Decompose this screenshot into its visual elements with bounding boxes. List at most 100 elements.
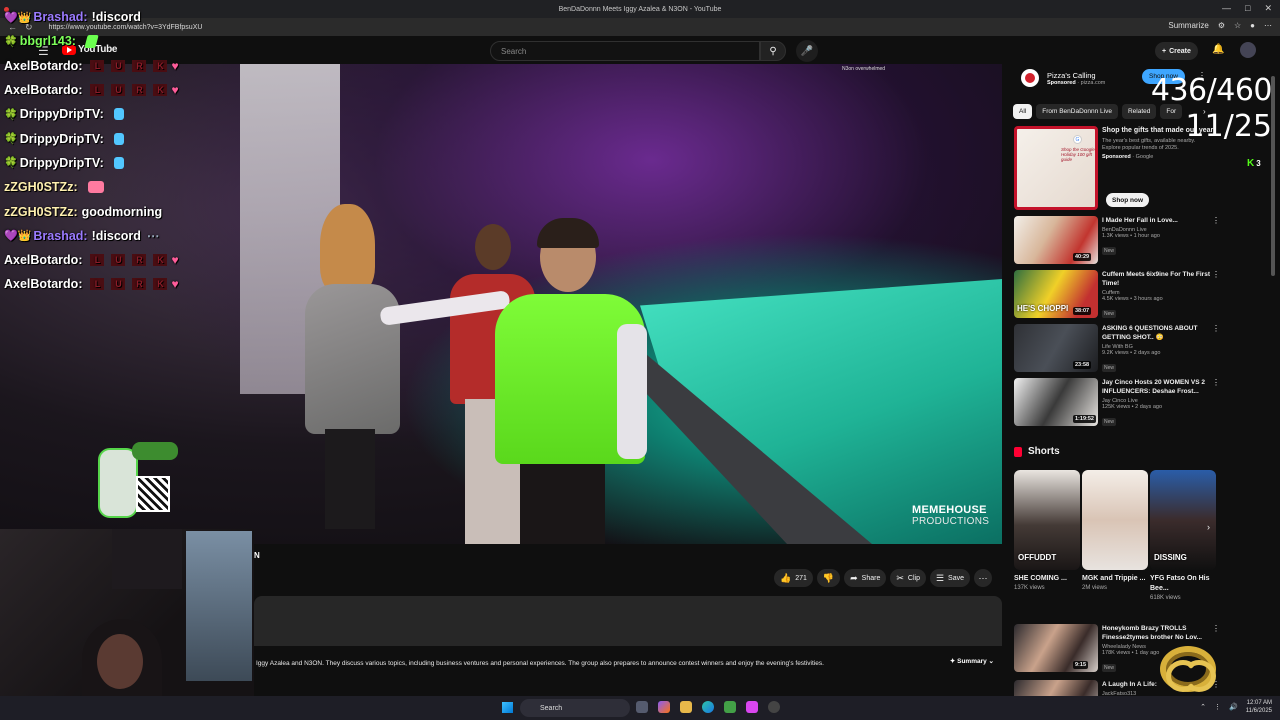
lurk-emote: LURK	[90, 254, 168, 267]
chat-username: DrippyDripTV:	[19, 107, 104, 122]
lurk-letter: K	[153, 254, 168, 267]
clock[interactable]: 12:07 AM 11/6/2025	[1246, 699, 1272, 715]
short-item[interactable]: DISSING YFG Fatso On His Bee... 618K views	[1150, 470, 1216, 601]
save-button[interactable]: ☰ Save	[929, 569, 971, 587]
notifications-bell-icon[interactable]: 🔔	[1212, 44, 1224, 55]
page-scrollbar[interactable]	[1270, 64, 1276, 694]
sticker-emote-icon	[87, 181, 104, 194]
ad-sponsored: Sponsored · pizza.com	[1047, 79, 1106, 86]
memehouse-watermark: MEMEHOUSE PRODUCTIONS	[912, 505, 989, 528]
tray-chevron-icon[interactable]: ⌃	[1200, 703, 1206, 711]
description-box[interactable]	[254, 596, 1002, 646]
short-thumbnail	[1082, 470, 1148, 570]
short-title: SHE COMING ...	[1014, 575, 1067, 582]
search-input[interactable]: Search	[490, 41, 760, 61]
create-button[interactable]: + Create	[1155, 42, 1198, 60]
save-label: Save	[948, 574, 965, 582]
lurk-emote: LURK	[90, 84, 168, 97]
clip-button[interactable]: ✂ Clip	[890, 569, 926, 587]
video-meta: 4.5K views • 3 hours ago	[1102, 296, 1163, 302]
create-label: Create	[1169, 47, 1191, 55]
summarize-button[interactable]: Summarize	[1168, 21, 1208, 30]
shorts-next-icon[interactable]: ›	[1207, 522, 1210, 532]
chat-message: AxelBotardo: L U R K ♥	[4, 248, 224, 272]
video-person-green-shirt	[379, 218, 675, 544]
search-button[interactable]: ⚲	[760, 41, 786, 61]
chat-username: Brashad:	[33, 10, 88, 25]
chat-message: 🍀 bbgrl143:	[4, 29, 224, 53]
lurk-emote: LURK	[90, 278, 168, 291]
voice-search-button[interactable]: 🎤	[796, 40, 818, 62]
close-icon[interactable]: ✕	[1264, 3, 1272, 14]
profile-icon[interactable]: ●	[1250, 21, 1255, 30]
lurk-letter: U	[111, 278, 126, 291]
ad2-shop-now-button[interactable]: Shop now	[1106, 193, 1150, 207]
taskbar-search[interactable]: Search	[520, 699, 630, 717]
volume-icon[interactable]: 🔊	[1229, 703, 1238, 711]
short-item[interactable]: MGK and Trippie ... 2M views	[1082, 470, 1148, 601]
short-thumb-text: DISSING	[1154, 553, 1187, 562]
tab-title: BenDaDonnn Meets Iggy Azalea & N3ON - Yo…	[558, 5, 722, 13]
thumbs-down-icon: 👎	[822, 572, 835, 583]
extensions-icon[interactable]: ⚙	[1218, 21, 1225, 30]
share-button[interactable]: ➦ Share	[844, 569, 887, 587]
dots-emote-icon: ⋯	[146, 229, 160, 244]
mic-icon: 🎤	[800, 45, 814, 57]
lurk-letter: L	[90, 59, 105, 72]
short-item[interactable]: OFFUDDT SHE COMING ... 137K views	[1014, 470, 1080, 601]
account-avatar[interactable]	[1240, 42, 1256, 58]
summary-button-label: Summary	[957, 658, 987, 665]
short-thumb-text: OFFUDDT	[1018, 553, 1057, 562]
short-views: 2M views	[1082, 585, 1108, 591]
video-title-fragment: N	[254, 551, 260, 560]
video-duration: 38:07	[1073, 307, 1092, 315]
filter-chip[interactable]: From BenDaDonnn Live	[1036, 104, 1118, 119]
video-menu-icon[interactable]: ⋮	[1212, 378, 1220, 387]
windows-start-icon[interactable]	[502, 702, 513, 713]
maximize-icon[interactable]: □	[1245, 3, 1250, 14]
subs-counter: 11/25	[1185, 109, 1272, 144]
more-actions-button[interactable]: ⋯	[974, 569, 993, 587]
summary-button[interactable]: ✦ Summary ⌄	[950, 657, 994, 665]
heart-icon: ♥	[171, 277, 179, 292]
ad-google-thumbnail: G Shop the Google Holiday 100 gift guide	[1014, 126, 1098, 210]
chat-app-icon[interactable]	[724, 701, 736, 713]
edge-icon[interactable]	[702, 701, 714, 713]
new-badge: New	[1102, 364, 1117, 372]
discord-icon[interactable]	[746, 701, 758, 713]
video-menu-icon[interactable]: ⋮	[1212, 216, 1220, 225]
chat-message: 🍀 DrippyDripTV:	[4, 126, 224, 150]
browser-toolbar-right: Summarize ⚙ ☆ ● ⋯	[1168, 21, 1272, 30]
minimize-icon[interactable]: —	[1222, 3, 1231, 14]
network-icon[interactable]: ⋮	[1214, 703, 1221, 711]
obs-icon[interactable]	[768, 701, 780, 713]
recommended-video[interactable]: HE'S CHOPPI 38:07 Cuffem Meets 6ix9ine For…	[1014, 270, 1220, 320]
video-menu-icon[interactable]: ⋮	[1212, 324, 1220, 333]
shorts-shelf: OFFUDDT SHE COMING ... 137K views MGK and T…	[1014, 470, 1216, 601]
task-view-icon[interactable]	[636, 701, 648, 713]
more-icon: ⋯	[978, 572, 988, 583]
recommended-video[interactable]: 40:29 I Made Her Fall in Love... BenDaDonn…	[1014, 216, 1220, 266]
kick-count: 3	[1256, 159, 1261, 168]
browser-menu-icon[interactable]: ⋯	[1264, 21, 1272, 30]
search-icon: ⚲	[769, 45, 777, 57]
shorts-title: Shorts	[1028, 446, 1060, 457]
chat-username: DrippyDripTV:	[19, 155, 104, 170]
shorts-icon	[1014, 446, 1022, 457]
chat-message: zZGH0STZz: goodmorning	[4, 199, 224, 223]
file-explorer-icon[interactable]	[680, 701, 692, 713]
like-button[interactable]: 👍 271	[774, 569, 813, 587]
clock-date: 11/6/2025	[1245, 708, 1272, 714]
short-views: 137K views	[1014, 585, 1045, 591]
ad-title: Pizza's Calling	[1047, 70, 1096, 80]
copilot-icon[interactable]	[658, 701, 670, 713]
recommended-video[interactable]: 1:19:52 Jay Cinco Hosts 20 WOMEN VS 2 INF…	[1014, 378, 1220, 428]
chat-badge-icon: 🍀	[4, 157, 18, 170]
video-menu-icon[interactable]: ⋮	[1212, 624, 1220, 633]
filter-chip[interactable]: All	[1013, 104, 1033, 119]
recommended-video[interactable]: 23:58 ASKING 6 QUESTIONS ABOUT GETTING SH…	[1014, 324, 1220, 374]
favorite-icon[interactable]: ☆	[1234, 21, 1241, 30]
dislike-button[interactable]: 👎	[816, 569, 841, 587]
video-menu-icon[interactable]: ⋮	[1212, 270, 1220, 279]
video-title: Honeykomb Brazy TROLLS Finesse2tymes bro…	[1102, 625, 1202, 641]
